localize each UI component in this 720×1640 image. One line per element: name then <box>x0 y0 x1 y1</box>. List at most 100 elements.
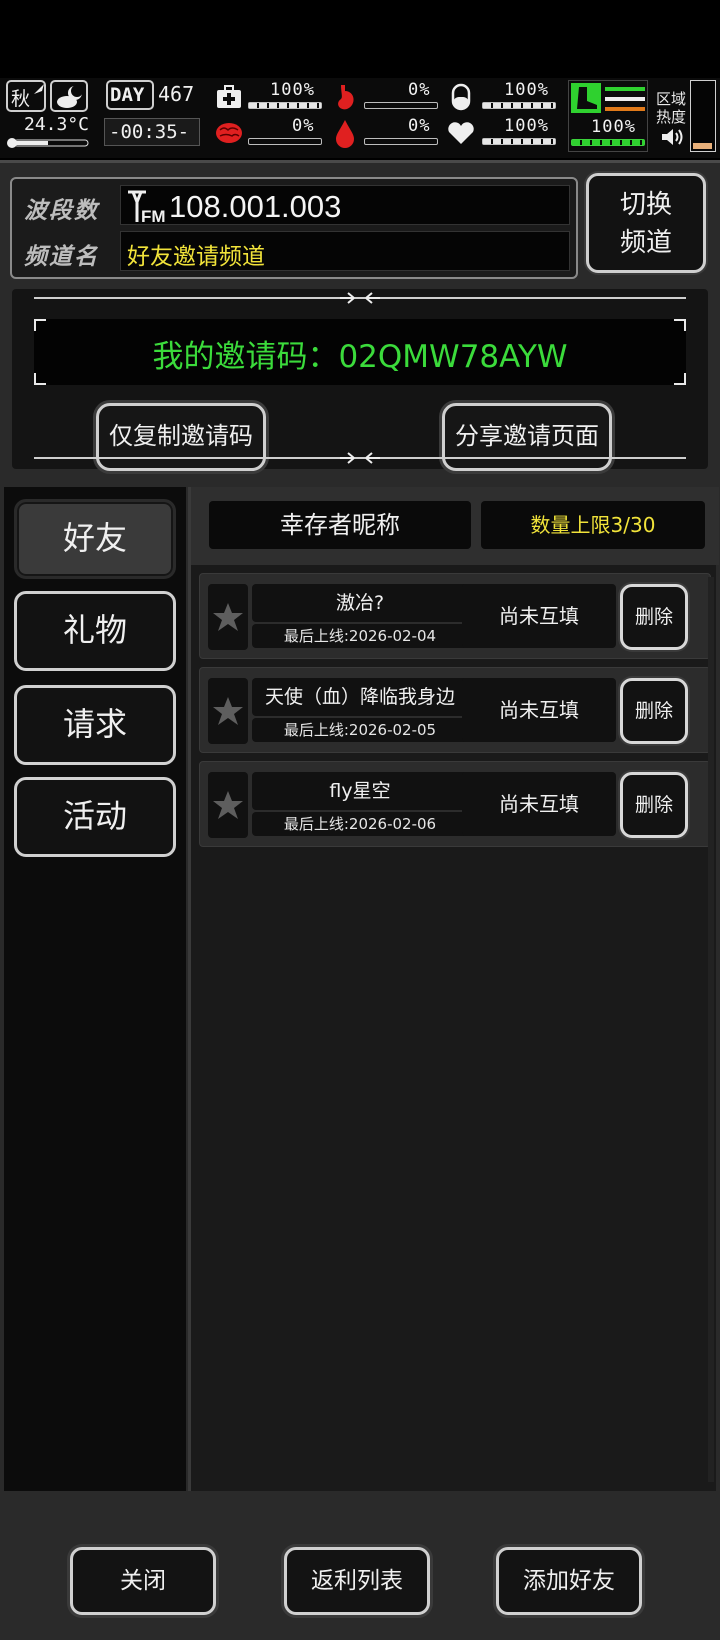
divider-arrows-icon <box>340 452 380 464</box>
hunger-bar <box>364 102 438 109</box>
switch-channel-button[interactable]: 切换 频道 <box>586 173 706 273</box>
friend-list-scrollbar[interactable] <box>708 577 714 1482</box>
speaker-icon[interactable] <box>660 126 686 148</box>
friend-mutual-status: 尚未互填 <box>462 772 616 836</box>
friend-row: 滶冶? 最后上线:2026-02-04 尚未互填 删除 <box>199 573 711 659</box>
friend-list-header: 幸存者昵称 数量上限3/30 <box>191 487 719 565</box>
zone-heat-label-2: 热度 <box>656 108 687 126</box>
stamina-stripe-orange <box>605 107 645 111</box>
stamina-stripe-green <box>605 87 645 91</box>
medicine-value: 100% <box>504 80 549 100</box>
delete-friend-button[interactable]: 删除 <box>620 772 688 838</box>
zone-heat-gauge <box>690 80 716 152</box>
favorite-star-icon[interactable] <box>208 584 248 650</box>
heart-icon <box>446 118 476 148</box>
clock-box: -00:35- <box>104 118 200 146</box>
sanity-bar <box>248 138 322 145</box>
thirst-bar <box>364 138 438 145</box>
copy-invite-code-button[interactable]: 仅复制邀请码 <box>96 403 266 471</box>
temperature-readout: 24.3°C <box>24 114 90 135</box>
stamina-bar <box>571 139 645 146</box>
code-corner-tl <box>34 319 46 331</box>
weather-box <box>50 80 88 112</box>
switch-channel-line2: 频道 <box>619 228 672 258</box>
brain-icon <box>214 118 244 148</box>
delete-friend-button[interactable]: 删除 <box>620 678 688 744</box>
tab-friends[interactable]: 好友 <box>14 499 176 579</box>
divider-top <box>34 292 686 304</box>
stamina-stripe-white <box>605 97 645 101</box>
divider-bottom <box>34 452 686 464</box>
status-bar: 秋 24.3°C DAY 467 -00:35- 100% 0% 100% 0%… <box>0 78 720 158</box>
season-box: 秋 <box>6 80 46 112</box>
zone-heat-gauge-fill <box>693 143 712 149</box>
stamina-box: 100% <box>568 80 648 152</box>
medicine-bar-fill <box>483 103 555 108</box>
friend-limit-badge: 数量上限3/30 <box>481 501 705 549</box>
season-label: 秋 <box>11 88 31 110</box>
band-label: 波段数 <box>24 198 99 224</box>
clock-readout: -00:35- <box>109 121 190 143</box>
friend-row: 天使（血）降临我身边 最后上线:2026-02-05 尚未互填 删除 <box>199 667 711 753</box>
channel-label: 频道名 <box>24 244 99 270</box>
fm-antenna-icon: FM <box>128 190 166 224</box>
friend-last-online: 最后上线:2026-02-06 <box>252 812 468 836</box>
code-corner-tr <box>674 319 686 331</box>
mood-bar-fill <box>483 139 555 144</box>
health-value: 100% <box>270 80 315 100</box>
add-friend-button[interactable]: 添加好友 <box>496 1547 642 1615</box>
day-box: DAY <box>106 80 154 110</box>
mood-value: 100% <box>504 116 549 136</box>
invite-code-box: 我的邀请码：02QMW78AYW <box>34 319 686 385</box>
friend-mutual-status: 尚未互填 <box>462 678 616 742</box>
friend-radio-panel: 波段数 FM 108.001.003 频道名 好友邀请频道 切换 频道 我的邀请… <box>0 160 720 1640</box>
switch-channel-line1: 切换 <box>619 190 672 220</box>
invite-code-text: 我的邀请码：02QMW78AYW <box>152 339 568 375</box>
mood-bar <box>482 138 556 145</box>
share-invite-page-button[interactable]: 分享邀请页面 <box>442 403 612 471</box>
hunger-value: 0% <box>408 80 431 100</box>
delete-friend-button[interactable]: 删除 <box>620 584 688 650</box>
friend-last-online: 最后上线:2026-02-04 <box>252 624 468 648</box>
thermometer-icon <box>7 138 89 148</box>
pill-icon <box>446 82 476 112</box>
blood-drop-icon <box>330 118 360 148</box>
boot-icon <box>571 83 601 113</box>
stamina-value: 100% <box>591 117 636 137</box>
day-label: DAY <box>110 84 145 106</box>
friend-nickname: fly星空 <box>252 772 468 810</box>
favorite-star-icon[interactable] <box>208 772 248 838</box>
thirst-value: 0% <box>408 116 431 136</box>
band-field: FM 108.001.003 <box>120 185 570 225</box>
tab-requests[interactable]: 请求 <box>14 685 176 765</box>
nickname-column-header: 幸存者昵称 <box>209 501 471 549</box>
rebate-list-button[interactable]: 返利列表 <box>284 1547 430 1615</box>
friend-mutual-status: 尚未互填 <box>462 584 616 648</box>
leaf-icon <box>34 84 44 94</box>
day-number: 467 <box>158 82 195 106</box>
svg-text:FM: FM <box>141 207 166 224</box>
friend-nickname: 滶冶? <box>252 584 468 622</box>
category-tabs: 好友 礼物 请求 活动 <box>4 487 186 1491</box>
tab-events[interactable]: 活动 <box>14 777 176 857</box>
cloud-moon-icon <box>57 85 83 108</box>
favorite-star-icon[interactable] <box>208 678 248 744</box>
channel-value: 好友邀请频道 <box>127 244 265 270</box>
medicine-bar <box>482 102 556 109</box>
friend-last-online: 最后上线:2026-02-05 <box>252 718 468 742</box>
health-bar-fill <box>249 103 321 108</box>
sanity-value: 0% <box>292 116 315 136</box>
close-button[interactable]: 关闭 <box>70 1547 216 1615</box>
invite-section: 我的邀请码：02QMW78AYW 仅复制邀请码 分享邀请页面 <box>12 289 708 471</box>
band-value: 108.001.003 <box>169 189 342 224</box>
channel-field: 好友邀请频道 <box>120 231 570 271</box>
tab-gifts[interactable]: 礼物 <box>14 591 176 671</box>
divider-arrows-icon <box>340 292 380 304</box>
stamina-bar-fill <box>572 140 644 145</box>
friend-row: fly星空 最后上线:2026-02-06 尚未互填 删除 <box>199 761 711 847</box>
stomach-icon <box>330 82 360 112</box>
friend-list: 幸存者昵称 数量上限3/30 滶冶? 最后上线:2026-02-04 尚未互填 … <box>188 487 719 1491</box>
friend-nickname: 天使（血）降临我身边 <box>252 678 468 716</box>
medkit-icon <box>214 82 244 112</box>
health-bar <box>248 102 322 109</box>
